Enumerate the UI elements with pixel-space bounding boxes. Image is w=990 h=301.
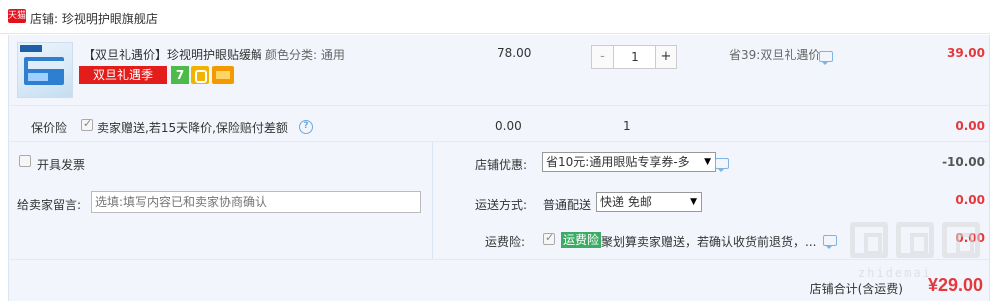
- shop-total-label: 店铺合计(含运费): [809, 282, 903, 296]
- shipping-normal: 普通配送: [543, 198, 592, 212]
- price-protection-desc: 卖家赠送,若15天降价,保险赔付差额: [97, 121, 288, 135]
- tmall-icon: 天猫: [8, 9, 27, 23]
- saving-text: 省39:双旦礼遇价: [729, 48, 821, 62]
- coupon-label: 店铺优惠:: [475, 158, 528, 172]
- left-options-panel: 开具发票 给卖家留言:: [9, 142, 433, 260]
- price-protection-label: 保价险: [31, 121, 68, 135]
- freight-insurance-amount: 0.00: [955, 231, 985, 245]
- product-sku: 颜色分类: 通用: [265, 48, 345, 62]
- shipping-select[interactable]: 快递 免邮 ▼: [596, 192, 702, 212]
- product-thumbnail[interactable]: [17, 42, 73, 98]
- help-icon[interactable]: ?: [299, 120, 313, 134]
- price-protection-subtotal: 0.00: [955, 119, 985, 133]
- shipping-amount: 0.00: [955, 193, 985, 207]
- qty-increase-button[interactable]: +: [655, 46, 676, 68]
- freight-insurance-tag: 运费险: [561, 232, 602, 248]
- quantity-input[interactable]: [614, 46, 656, 68]
- qty-decrease-button[interactable]: -: [592, 46, 614, 68]
- invoice-label: 开具发票: [37, 158, 86, 172]
- order-item-row: 【双旦礼遇价】珍视明护眼贴缓解 颜色分类: 通用 双旦礼遇季 7 78.00 -…: [8, 35, 990, 105]
- seven-day-return-icon[interactable]: 7: [171, 66, 189, 84]
- price-protection-price: 0.00: [495, 119, 522, 133]
- coupon-amount: -10.00: [942, 155, 985, 169]
- dropdown-arrow-icon: ▼: [690, 197, 697, 207]
- shipping-selected: 快递 免邮: [600, 195, 652, 209]
- freight-info-icon[interactable]: [823, 235, 837, 249]
- promo-info-icon[interactable]: [819, 51, 833, 65]
- shipping-label: 运送方式:: [475, 198, 528, 212]
- price-protection-qty: 1: [623, 119, 631, 133]
- product-title-link[interactable]: 【双旦礼遇价】珍视明护眼贴缓解: [83, 46, 261, 60]
- shop-header: 天猫 店铺: 珍视明护眼旗舰店: [0, 0, 990, 34]
- price-protection-row: 保价险 卖家赠送,若15天降价,保险赔付差额 ? 0.00 1 0.00: [8, 105, 990, 141]
- unit-price: 78.00: [497, 46, 532, 60]
- credit-card-icon[interactable]: [212, 66, 234, 84]
- freight-insurance-label: 运费险:: [485, 235, 526, 249]
- coupon-info-icon[interactable]: [715, 158, 729, 172]
- invoice-checkbox[interactable]: [19, 155, 31, 167]
- order-options: 开具发票 给卖家留言: 店铺优惠: 省10元:通用眼贴专享券-多 ▼ -10.0…: [8, 141, 990, 260]
- shop-total-row: 店铺合计(含运费) ¥29.00: [8, 259, 990, 301]
- shop-total-value: ¥29.00: [927, 275, 983, 295]
- coupon-selected: 省10元:通用眼贴专享券-多: [546, 155, 690, 169]
- promo-badge: 双旦礼遇季: [79, 66, 167, 84]
- shop-name-link[interactable]: 店铺: 珍视明护眼旗舰店: [30, 10, 158, 27]
- coupon-select[interactable]: 省10元:通用眼贴专享券-多 ▼: [542, 152, 716, 172]
- price-protection-checkbox[interactable]: [81, 117, 93, 131]
- freight-insurance-checkbox[interactable]: [543, 231, 555, 245]
- message-to-seller-input[interactable]: [91, 191, 421, 213]
- quantity-stepper: - +: [591, 45, 677, 69]
- freight-insurance-desc: 聚划算卖家赠送，若确认收货前退货，...: [601, 235, 817, 249]
- item-subtotal: 39.00: [947, 46, 985, 60]
- service-guarantee-icon[interactable]: [191, 66, 209, 84]
- dropdown-arrow-icon: ▼: [704, 157, 711, 167]
- message-label: 给卖家留言:: [17, 198, 82, 212]
